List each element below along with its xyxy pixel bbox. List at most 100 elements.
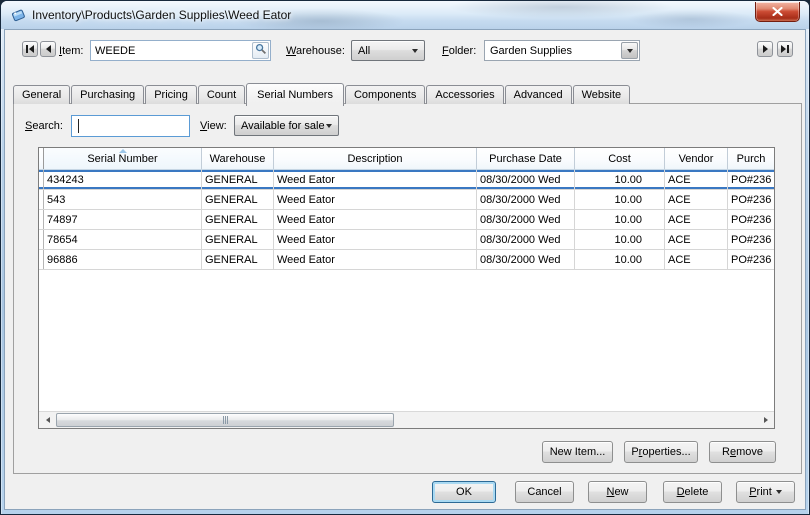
- cell-cost: 10.00: [575, 250, 665, 269]
- cell-cost: 10.00: [575, 190, 665, 209]
- cell-serial: 543: [44, 190, 202, 209]
- cell-vendor: ACE: [665, 230, 728, 249]
- cell-warehouse: GENERAL: [202, 250, 274, 269]
- cell-purchase-order: PO#236: [731, 173, 772, 186]
- cell-cost: 10.00: [575, 210, 665, 229]
- first-record-button[interactable]: [22, 41, 38, 57]
- chevron-down-icon: [775, 490, 782, 494]
- cell-purchase-order: PO#236: [731, 213, 772, 226]
- folder-select[interactable]: Garden Supplies: [484, 40, 640, 61]
- view-label: View:: [200, 120, 227, 132]
- cell-purchase-date: 08/30/2000 Wed: [477, 230, 575, 249]
- dialog-window: Inventory\Products\Garden Supplies\Weed …: [0, 0, 810, 515]
- table-row[interactable]: 543 GENERAL Weed Eator 08/30/2000 Wed 10…: [39, 190, 774, 210]
- tab-general[interactable]: General: [13, 85, 71, 104]
- cell-vendor: ACE: [665, 170, 728, 189]
- cell-cost: 10.00: [575, 170, 665, 189]
- warehouse-select[interactable]: All: [351, 40, 425, 61]
- cell-vendor: ACE: [665, 190, 728, 209]
- table-row[interactable]: 78654 GENERAL Weed Eator 08/30/2000 Wed …: [39, 230, 774, 250]
- cell-serial: 78654: [44, 230, 202, 249]
- cell-purchase-order: PO#236: [731, 253, 772, 266]
- next-record-icon: [762, 45, 768, 53]
- table-row[interactable]: 96886 GENERAL Weed Eator 08/30/2000 Wed …: [39, 250, 774, 270]
- col-header-vendor[interactable]: Vendor: [665, 148, 728, 169]
- cell-cost: 10.00: [575, 230, 665, 249]
- horizontal-scrollbar[interactable]: [39, 411, 774, 428]
- properties-button[interactable]: Properties...: [624, 441, 698, 463]
- chevron-down-icon: [626, 48, 633, 53]
- cell-serial: 74897: [44, 210, 202, 229]
- cell-vendor: ACE: [665, 250, 728, 269]
- item-field: [90, 40, 271, 61]
- ok-button[interactable]: OK: [432, 481, 496, 503]
- tab-count[interactable]: Count: [197, 85, 246, 104]
- tab-pricing[interactable]: Pricing: [145, 85, 197, 104]
- cell-description: Weed Eator: [274, 190, 477, 209]
- cell-purchase-date: 08/30/2000 Wed: [477, 170, 575, 189]
- table-header-row: Serial Number Warehouse Description Purc…: [39, 148, 774, 170]
- cell-purchase-date: 08/30/2000 Wed: [477, 190, 575, 209]
- search-input[interactable]: [71, 115, 190, 137]
- next-record-button[interactable]: [757, 41, 773, 57]
- col-header-cost[interactable]: Cost: [575, 148, 665, 169]
- cancel-button[interactable]: Cancel: [515, 481, 574, 503]
- cell-description: Weed Eator: [274, 210, 477, 229]
- previous-record-icon: [45, 45, 51, 53]
- last-record-icon: [781, 45, 786, 53]
- cell-warehouse: GENERAL: [202, 230, 274, 249]
- new-item-button[interactable]: New Item...: [542, 441, 613, 463]
- tab-bar: General Purchasing Pricing Count Serial …: [13, 82, 631, 106]
- table-row[interactable]: 434243 GENERAL Weed Eator 08/30/2000 Wed…: [39, 170, 774, 190]
- col-header-description[interactable]: Description: [274, 148, 477, 169]
- col-header-warehouse[interactable]: Warehouse: [202, 148, 274, 169]
- col-header-purchase-date[interactable]: Purchase Date: [477, 148, 575, 169]
- first-record-icon: [26, 45, 28, 53]
- search-label: Search:: [25, 120, 63, 132]
- cell-purchase-date: 08/30/2000 Wed: [477, 210, 575, 229]
- tab-serial-numbers[interactable]: Serial Numbers: [246, 83, 344, 106]
- delete-button[interactable]: Delete: [663, 481, 722, 503]
- cell-serial: 96886: [44, 250, 202, 269]
- cell-purchase-order: PO#236: [731, 193, 772, 206]
- search-icon: [255, 42, 267, 60]
- new-button[interactable]: New: [588, 481, 647, 503]
- view-select[interactable]: Available for sale: [234, 115, 339, 136]
- cell-purchase-order: PO#236: [731, 233, 772, 246]
- cell-warehouse: GENERAL: [202, 190, 274, 209]
- table-empty-area: [39, 271, 774, 411]
- tab-purchasing[interactable]: Purchasing: [71, 85, 145, 104]
- scroll-left-button[interactable]: [39, 412, 56, 428]
- scroll-right-button[interactable]: [757, 412, 774, 428]
- cell-warehouse: GENERAL: [202, 170, 274, 189]
- warehouse-selected-value: All: [358, 44, 371, 57]
- close-icon: [772, 3, 783, 21]
- cell-warehouse: GENERAL: [202, 210, 274, 229]
- previous-record-button[interactable]: [40, 41, 56, 57]
- cell-purchase-date: 08/30/2000 Wed: [477, 250, 575, 269]
- col-header-serial-number[interactable]: Serial Number: [44, 148, 202, 169]
- window-title: Inventory\Products\Garden Supplies\Weed …: [32, 8, 292, 22]
- scrollbar-thumb[interactable]: [56, 413, 394, 427]
- tab-components[interactable]: Components: [344, 85, 426, 104]
- titlebar: Inventory\Products\Garden Supplies\Weed …: [1, 1, 809, 29]
- client-area: Item: Warehouse: All Folder: Garden Supp…: [4, 29, 806, 510]
- folder-dropdown-button[interactable]: [621, 42, 638, 59]
- cell-vendor: ACE: [665, 210, 728, 229]
- warehouse-label: Warehouse:: [286, 45, 345, 57]
- remove-button[interactable]: Remove: [709, 441, 776, 463]
- folder-selected-value: Garden Supplies: [490, 44, 572, 57]
- item-lookup-button[interactable]: [252, 42, 269, 59]
- col-header-purchase-order[interactable]: Purch: [728, 148, 774, 169]
- cell-description: Weed Eator: [274, 170, 477, 189]
- tab-advanced[interactable]: Advanced: [504, 85, 572, 104]
- print-button[interactable]: Print: [736, 481, 795, 503]
- table-row[interactable]: 74897 GENERAL Weed Eator 08/30/2000 Wed …: [39, 210, 774, 230]
- folder-label: Folder:: [442, 45, 477, 57]
- cell-description: Weed Eator: [274, 250, 477, 269]
- tab-accessories[interactable]: Accessories: [426, 85, 504, 104]
- item-input[interactable]: [91, 42, 252, 59]
- last-record-button[interactable]: [777, 41, 793, 57]
- tab-website[interactable]: Website: [572, 85, 631, 104]
- close-button[interactable]: [755, 2, 800, 22]
